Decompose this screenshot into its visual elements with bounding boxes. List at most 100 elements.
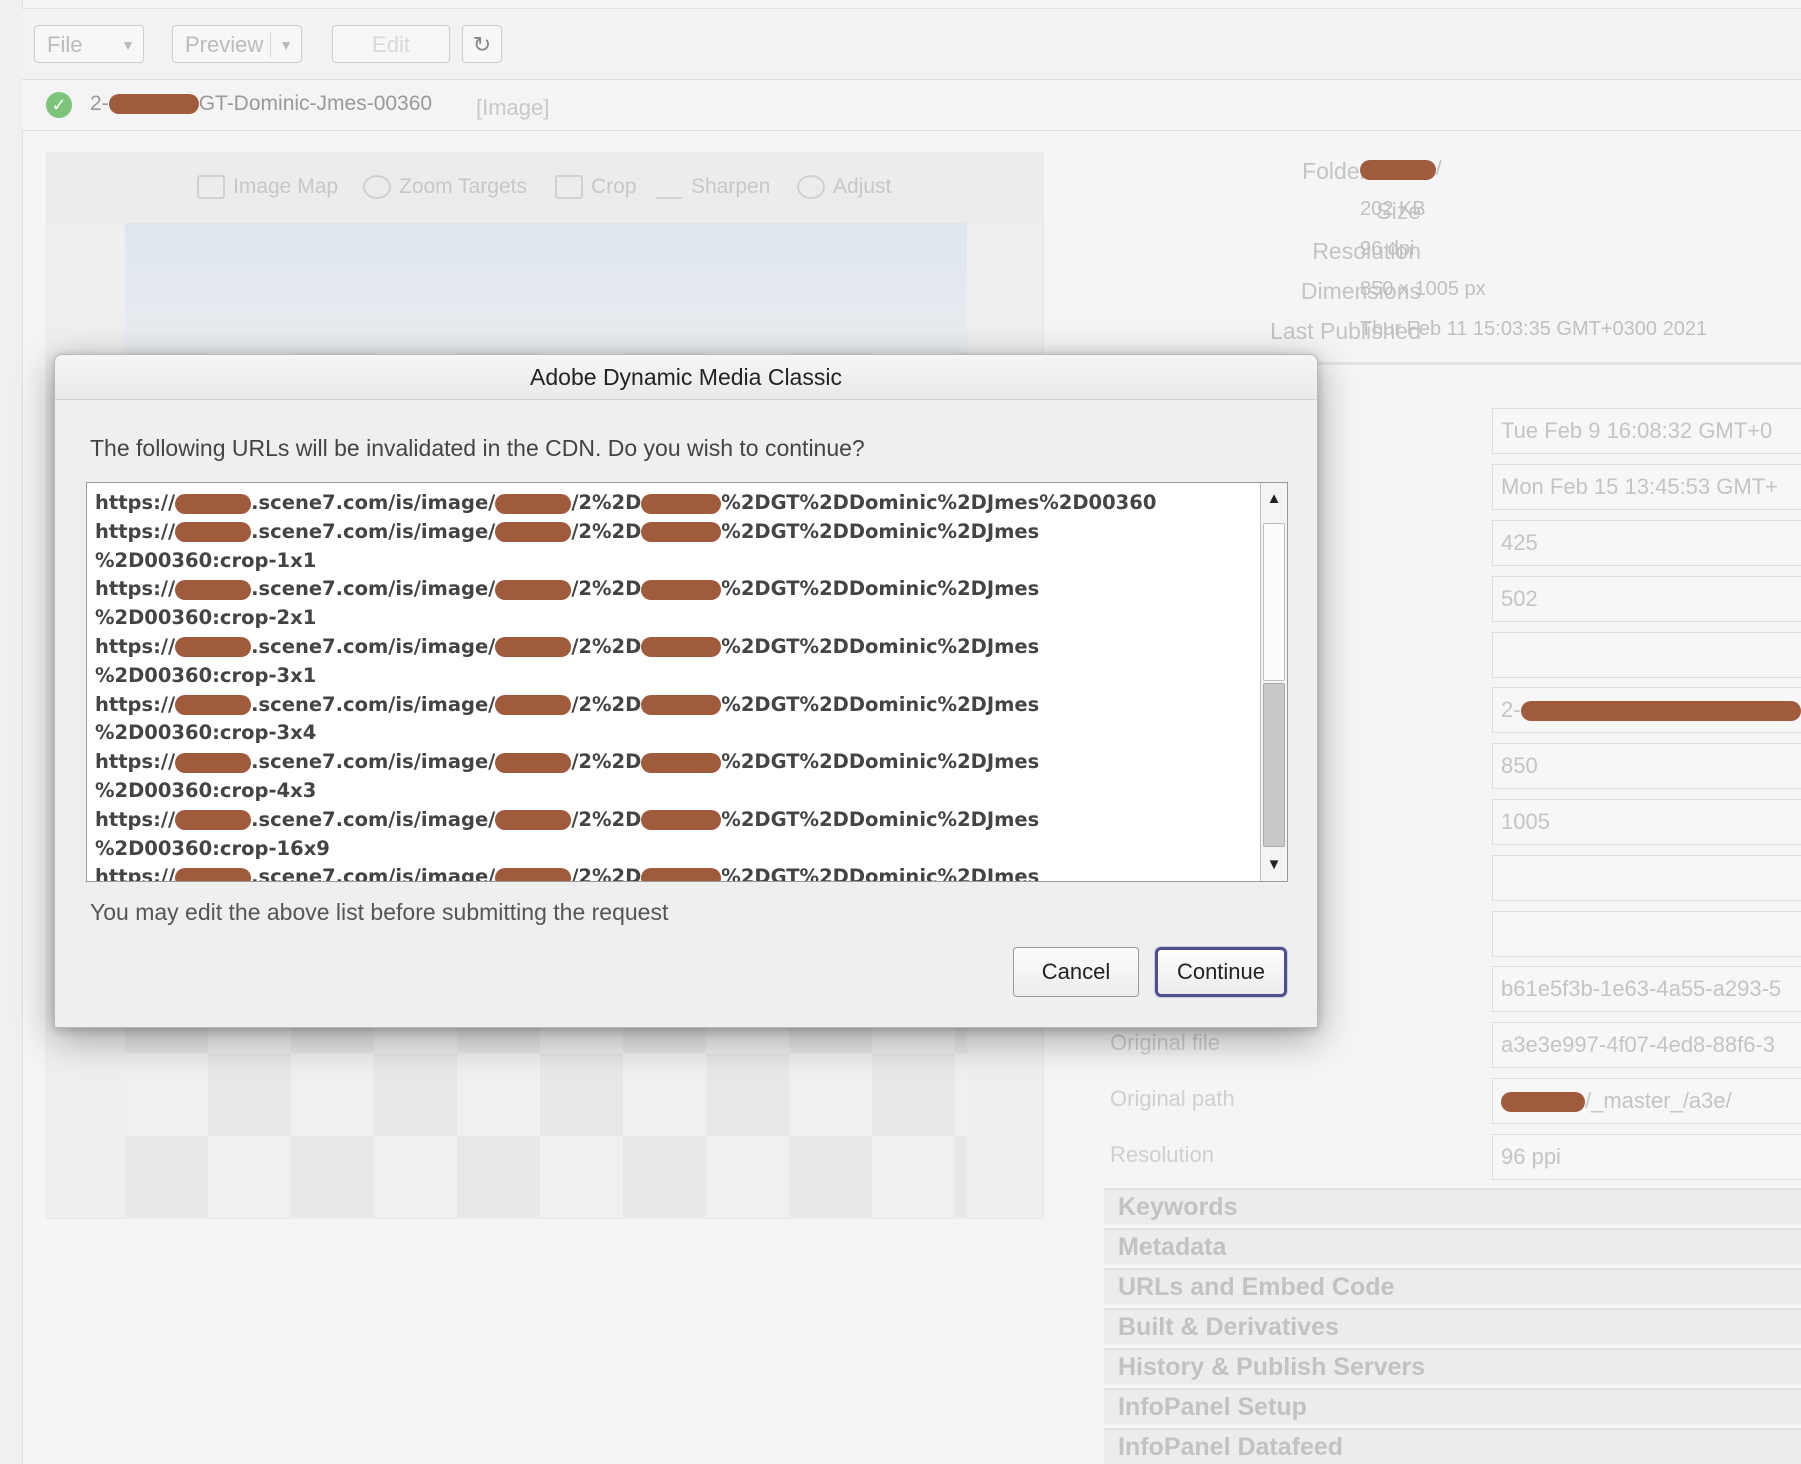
original-file-field[interactable]: a3e3e997-4f07-4ed8-88f6-3 [1492,1022,1801,1068]
redaction-mark [495,752,572,773]
original-path-label: Original path [1110,1086,1235,1111]
adjust-label: Adjust [833,175,892,198]
image-map-icon [197,175,225,200]
url-segment: /2%2D [571,577,642,601]
check-circle-icon: ✓ [46,92,72,118]
id-field[interactable]: b61e5f3b-1e63-4a55-a293-5 [1492,966,1801,1012]
redaction-mark [175,579,252,600]
url-line: https:// .scene7.com/is/image/ /2%2D %2DGT%… [95,518,1245,547]
section-built-derivatives[interactable]: Built & Derivatives [1104,1308,1801,1344]
scrollbar-thumb[interactable] [1263,683,1285,847]
redaction-mark [495,493,572,514]
zoom-targets-icon [363,175,391,200]
redaction-mark [495,579,572,600]
field-425[interactable]: 425 [1492,520,1801,566]
field-502[interactable]: 502 [1492,576,1801,622]
resolution-value: 96 dpi [1360,238,1415,260]
dialog-title: Adobe Dynamic Media Classic [55,355,1317,400]
section-keywords[interactable]: Keywords [1104,1188,1801,1224]
url-path: %2DGT%2DDominic%2DJmes [721,807,1040,831]
asset-title: 2- GT-Dominic-Jmes-00360 [90,92,432,116]
dialog-message: The following URLs will be invalidated i… [90,435,865,461]
height-field[interactable]: 1005 [1492,799,1801,845]
url-line: https:// .scene7.com/is/image/ /2%2D %2DGT%… [95,575,1245,604]
url-continuation: %2D00360:crop-1x1 [95,548,317,572]
chevron-down-icon: ▼ [121,37,135,53]
size-row: Size 202 KB [1100,198,1801,238]
refresh-icon: ↻ [472,32,492,57]
empty-field[interactable] [1492,911,1801,957]
last-published-row: Last Published Thur Feb 11 15:03:35 GMT+… [1100,318,1801,358]
file-menu-button[interactable]: File ▼ [34,25,144,63]
created-field[interactable]: Tue Feb 9 16:08:32 GMT+0 [1492,408,1801,454]
url-scheme: https:// [95,865,176,882]
redaction-mark [175,637,252,658]
zoom-targets-tool[interactable]: Zoom Targets [363,175,527,200]
redaction-mark [495,522,572,543]
empty-field[interactable] [1492,855,1801,901]
redaction-mark [641,695,722,716]
section-urls-embed[interactable]: URLs and Embed Code [1104,1268,1801,1304]
url-host: .scene7.com/is/image/ [251,692,496,716]
redaction-mark [175,752,252,773]
section-infopanel-setup[interactable]: InfoPanel Setup [1104,1388,1801,1424]
refresh-button[interactable]: ↻ [462,25,502,63]
redaction-mark [1520,701,1801,722]
scrollbar-track-upper[interactable] [1263,523,1285,681]
sharpen-label: Sharpen [691,175,771,198]
dimensions-value: 850 x 1005 px [1360,278,1486,300]
original-path-field[interactable]: /_master_/a3e/ [1492,1078,1801,1124]
section-history-publish[interactable]: History & Publish Servers [1104,1348,1801,1384]
dimensions-row: Dimensions 850 x 1005 px [1100,278,1801,318]
scroll-up-icon[interactable]: ▲ [1261,483,1287,515]
url-path: %2DGT%2DDominic%2DJmes%2D00360 [721,491,1157,514]
url-continuation: %2D00360:crop-2x1 [95,606,317,630]
url-path: %2DGT%2DDominic%2DJmes [721,519,1040,543]
asset-title-bar: ✓ 2- GT-Dominic-Jmes-00360 [Image] [22,80,1801,131]
section-metadata[interactable]: Metadata [1104,1228,1801,1264]
url-path: %2DGT%2DDominic%2DJmes [721,634,1040,658]
redaction-mark [641,752,722,773]
redaction-mark [641,579,722,600]
empty-field[interactable] [1492,632,1801,678]
url-scheme: https:// [95,577,176,601]
redaction-mark [108,94,199,115]
original-path-text: /_master_/a3e/ [1585,1088,1732,1113]
url-line: https:// .scene7.com/is/image/ /2%2D %2DGT%… [95,633,1245,662]
sharpen-tool[interactable]: Sharpen [655,175,771,200]
url-host: .scene7.com/is/image/ [251,491,496,514]
resolution-field[interactable]: 96 ppi [1492,1134,1801,1180]
crop-label: Crop [591,175,637,198]
redaction-mark [1501,1092,1585,1113]
scroll-down-icon[interactable]: ▼ [1261,849,1287,881]
cancel-button[interactable]: Cancel [1013,947,1139,997]
width-field[interactable]: 850 [1492,743,1801,789]
continue-button[interactable]: Continue [1155,947,1287,997]
redaction-mark [175,867,252,881]
preview-menu-label: Preview [185,32,264,57]
zoom-targets-label: Zoom Targets [399,175,527,198]
preview-menu-button[interactable]: Preview ▼ [172,25,302,63]
name-prefix: 2- [1501,697,1521,722]
crop-icon [555,175,583,200]
preview-tools: Image Map Zoom Targets Crop Sharpen Adju… [47,153,1043,223]
url-host: .scene7.com/is/image/ [251,577,496,601]
url-continuation: %2D00360:crop-3x1 [95,663,317,687]
crop-tool[interactable]: Crop [555,175,637,200]
url-list-scrollbar[interactable]: ▲ ▼ [1260,483,1287,881]
section-infopanel-datafeed[interactable]: InfoPanel Datafeed [1104,1428,1801,1464]
folder-path-text: / [1436,158,1442,180]
url-host: .scene7.com/is/image/ [251,634,496,658]
url-line: https:// .scene7.com/is/image/ /2%2D %2DGT%… [95,748,1245,777]
modified-field[interactable]: Mon Feb 15 13:45:53 GMT+ [1492,464,1801,510]
image-map-tool[interactable]: Image Map [197,175,338,200]
redaction-mark [495,695,572,716]
url-host: .scene7.com/is/image/ [251,519,496,543]
edit-button[interactable]: Edit [332,25,450,63]
invalidate-cdn-dialog: Adobe Dynamic Media Classic The followin… [54,354,1318,1028]
name-field[interactable]: 2- [1492,687,1801,733]
adjust-tool[interactable]: Adjust [797,175,892,200]
url-list-textarea[interactable]: https:// .scene7.com/is/image/ /2%2D %2DGT%… [86,482,1288,882]
redaction-mark [175,493,252,514]
left-sidebar-collapsed[interactable] [0,0,23,1463]
